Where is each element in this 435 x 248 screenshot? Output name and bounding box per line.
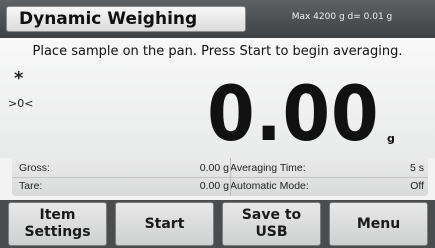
info-row-tare: Tare: 0.00 g Automatic Mode: Off bbox=[12, 177, 428, 195]
item-settings-button[interactable]: Item Settings bbox=[8, 202, 107, 246]
instruction-text: Place sample on the pan. Press Start to … bbox=[32, 44, 403, 59]
tare-value: 0.00 g bbox=[199, 180, 229, 192]
automatic-mode-value: Off bbox=[410, 180, 424, 192]
automatic-mode-label: Automatic Mode: bbox=[230, 180, 309, 192]
softkey-bar: Item Settings Start Save to USB Menu bbox=[0, 200, 435, 248]
info-divider bbox=[230, 158, 231, 196]
menu-label: Menu bbox=[356, 215, 401, 232]
center-of-zero-indicator: >0< bbox=[8, 97, 34, 110]
info-panel: Gross: 0.00 g Averaging Time: 5 s Tare: … bbox=[12, 158, 428, 196]
weight-unit: g bbox=[387, 132, 395, 145]
weight-display: 0.00 bbox=[207, 69, 380, 158]
start-button[interactable]: Start bbox=[115, 202, 214, 246]
averaging-time-value: 5 s bbox=[409, 162, 424, 174]
info-row-gross: Gross: 0.00 g Averaging Time: 5 s bbox=[12, 159, 428, 178]
capacity-readout: Max 4200 g d= 0.01 g bbox=[291, 12, 393, 22]
gross-value: 0.00 g bbox=[199, 162, 229, 174]
top-bar: Dynamic Weighing Max 4200 g d= 0.01 g bbox=[0, 0, 435, 38]
save-to-usb-label: Save to USB bbox=[241, 207, 302, 240]
start-label: Start bbox=[144, 215, 185, 232]
stability-indicator: * bbox=[14, 68, 24, 89]
averaging-time-label: Averaging Time: bbox=[230, 162, 306, 174]
save-to-usb-button[interactable]: Save to USB bbox=[222, 202, 321, 246]
menu-button[interactable]: Menu bbox=[329, 202, 428, 246]
gross-label: Gross: bbox=[19, 162, 50, 174]
tare-label: Tare: bbox=[19, 180, 43, 192]
application-title[interactable]: Dynamic Weighing bbox=[6, 6, 246, 32]
item-settings-label: Item Settings bbox=[24, 207, 91, 240]
